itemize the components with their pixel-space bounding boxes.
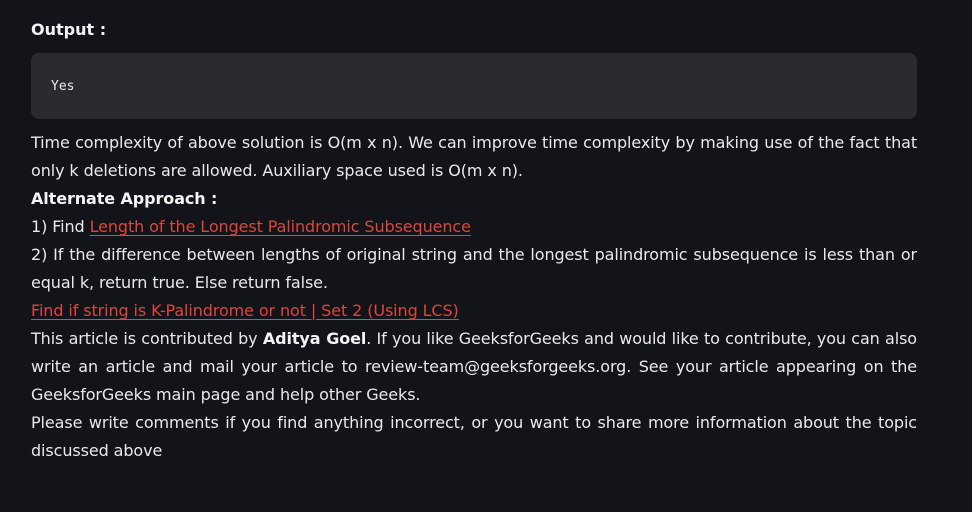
step-1-prefix: 1) Find [31,217,90,236]
output-heading: Output : [31,20,107,39]
output-code-text: Yes [51,78,75,94]
article-body: Time complexity of above solution is O(m… [31,129,917,465]
contribution-paragraph: This article is contributed by Aditya Go… [31,325,917,409]
set2-link[interactable]: Find if string is K-Palindrome or not | … [31,301,459,320]
complexity-paragraph: Time complexity of above solution is O(m… [31,133,917,180]
set2-link-row: Find if string is K-Palindrome or not | … [31,297,917,325]
comments-paragraph: Please write comments if you find anythi… [31,413,917,460]
contrib-author: Aditya Goel [262,329,367,348]
step-1: 1) Find Length of the Longest Palindromi… [31,213,917,241]
alternate-approach-heading: Alternate Approach : [31,185,917,213]
alternate-heading-text: Alternate Approach : [31,189,218,208]
lps-link[interactable]: Length of the Longest Palindromic Subseq… [90,217,471,236]
contrib-prefix: This article is contributed by [31,329,263,348]
step-2: 2) If the difference between lengths of … [31,245,917,292]
output-code-block: Yes [31,53,917,119]
article-content: Output : Yes Time complexity of above so… [0,0,972,512]
